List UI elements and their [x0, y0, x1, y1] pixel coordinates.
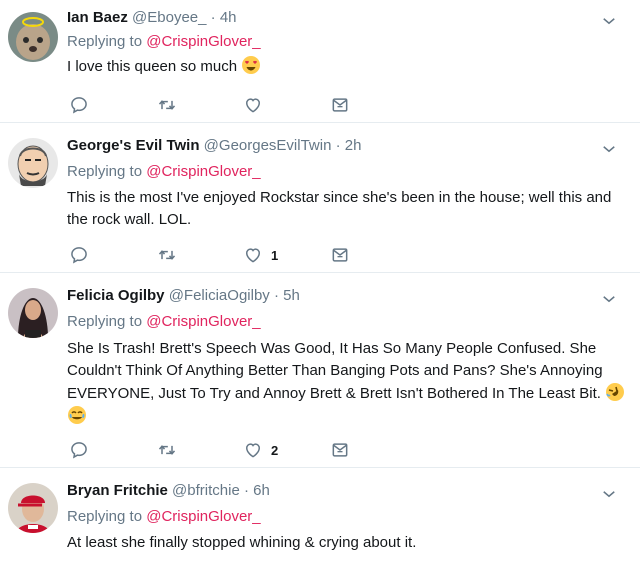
like-button[interactable]: [243, 93, 271, 117]
replying-to-label: Replying to: [67, 33, 143, 50]
reply-button[interactable]: [69, 93, 89, 117]
replying-to: Replying to @CrispinGlover_: [67, 507, 261, 527]
replying-to: Replying to @CrispinGlover_: [67, 32, 261, 52]
tweet-actions: 2: [67, 438, 627, 462]
display-name[interactable]: George's Evil Twin: [67, 137, 200, 154]
display-name[interactable]: Ian Baez: [67, 9, 128, 26]
dog-avatar-image: [8, 12, 58, 62]
tweet-text-content: At least she finally stopped whining & c…: [67, 534, 417, 551]
tweet-header: George's Evil Twin @GeorgesEvilTwin · 2h: [67, 136, 361, 156]
direct-message-icon: [330, 245, 350, 265]
retweet-button[interactable]: [157, 438, 177, 462]
direct-message-button[interactable]: [330, 243, 350, 267]
reply-icon: [69, 245, 89, 265]
tweet[interactable]: Ian Baez @Eboyee_ · 4h Replying to @Cris…: [0, 0, 640, 123]
like-count: 2: [271, 442, 279, 458]
like-button[interactable]: 1: [243, 243, 278, 267]
like-count: 1: [271, 247, 279, 263]
tweet-actions: [67, 93, 627, 117]
separator-dot: ·: [273, 287, 279, 304]
chevron-down-icon[interactable]: [600, 12, 618, 30]
retweet-button[interactable]: [157, 93, 177, 117]
replying-to-label: Replying to: [67, 163, 143, 180]
replying-to-user-link[interactable]: @CrispinGlover_: [146, 508, 260, 525]
tweet-header: Bryan Fritchie @bfritchie · 6h: [67, 481, 270, 501]
retweet-icon: [157, 95, 177, 115]
avatar[interactable]: [8, 483, 58, 533]
retweet-button[interactable]: [157, 243, 177, 267]
tweet[interactable]: George's Evil Twin @GeorgesEvilTwin · 2h…: [0, 122, 640, 273]
tweet-text: She Is Trash! Brett's Speech Was Good, I…: [67, 338, 627, 428]
tweet-text-content: This is the most I've enjoyed Rockstar s…: [67, 189, 612, 228]
chevron-down-icon[interactable]: [600, 485, 618, 503]
user-handle[interactable]: @Eboyee_: [132, 9, 206, 26]
user-handle[interactable]: @FeliciaOgilby: [169, 287, 270, 304]
user-handle[interactable]: @GeorgesEvilTwin: [204, 137, 332, 154]
replying-to-user-link[interactable]: @CrispinGlover_: [146, 33, 260, 50]
direct-message-button[interactable]: [330, 93, 350, 117]
like-icon: [243, 440, 263, 460]
avatar[interactable]: [8, 12, 58, 62]
display-name[interactable]: Felicia Ogilby: [67, 287, 165, 304]
tears-of-joy-emoji-icon: [68, 406, 86, 424]
tweet[interactable]: Bryan Fritchie @bfritchie · 6h Replying …: [0, 467, 640, 565]
reply-button[interactable]: [69, 243, 89, 267]
like-icon: [243, 245, 263, 265]
direct-message-icon: [330, 440, 350, 460]
reply-icon: [69, 95, 89, 115]
replying-to-label: Replying to: [67, 313, 143, 330]
tweet-header: Ian Baez @Eboyee_ · 4h: [67, 8, 237, 28]
avatar[interactable]: [8, 138, 58, 188]
timestamp[interactable]: 6h: [253, 482, 270, 499]
timestamp[interactable]: 5h: [283, 287, 300, 304]
like-icon: [243, 95, 263, 115]
timestamp[interactable]: 4h: [220, 9, 237, 26]
separator-dot: ·: [243, 482, 249, 499]
timestamp[interactable]: 2h: [345, 137, 362, 154]
tweet-header: Felicia Ogilby @FeliciaOgilby · 5h: [67, 286, 300, 306]
replying-to-user-link[interactable]: @CrispinGlover_: [146, 313, 260, 330]
direct-message-icon: [330, 95, 350, 115]
separator-dot: ·: [210, 9, 216, 26]
tweet-text: I love this queen so much: [67, 55, 627, 78]
reply-icon: [69, 440, 89, 460]
replying-to-user-link[interactable]: @CrispinGlover_: [146, 163, 260, 180]
replying-to: Replying to @CrispinGlover_: [67, 162, 261, 182]
tweet-text: This is the most I've enjoyed Rockstar s…: [67, 187, 627, 231]
tweet[interactable]: Felicia Ogilby @FeliciaOgilby · 5h Reply…: [0, 272, 640, 468]
chevron-down-icon[interactable]: [600, 140, 618, 158]
man-red-cap-avatar-image: [8, 483, 58, 533]
chevron-down-icon[interactable]: [600, 290, 618, 308]
tweet-text-content: She Is Trash! Brett's Speech Was Good, I…: [67, 340, 603, 402]
woman-avatar-image: [8, 288, 58, 338]
direct-message-button[interactable]: [330, 438, 350, 462]
separator-dot: ·: [335, 137, 341, 154]
retweet-icon: [157, 440, 177, 460]
heart-eyes-emoji-icon: [242, 56, 261, 74]
user-handle[interactable]: @bfritchie: [172, 482, 240, 499]
retweet-icon: [157, 245, 177, 265]
replying-to: Replying to @CrispinGlover_: [67, 312, 261, 332]
display-name[interactable]: Bryan Fritchie: [67, 482, 168, 499]
rofl-emoji-icon: [606, 383, 625, 401]
tweet-text-content: I love this queen so much: [67, 58, 238, 75]
avatar[interactable]: [8, 288, 58, 338]
tweet-actions: 1: [67, 243, 627, 267]
like-button[interactable]: 2: [243, 438, 278, 462]
reply-button[interactable]: [69, 438, 89, 462]
man-avatar-image: [8, 138, 58, 188]
replying-to-label: Replying to: [67, 508, 143, 525]
tweet-text: At least she finally stopped whining & c…: [67, 532, 627, 554]
